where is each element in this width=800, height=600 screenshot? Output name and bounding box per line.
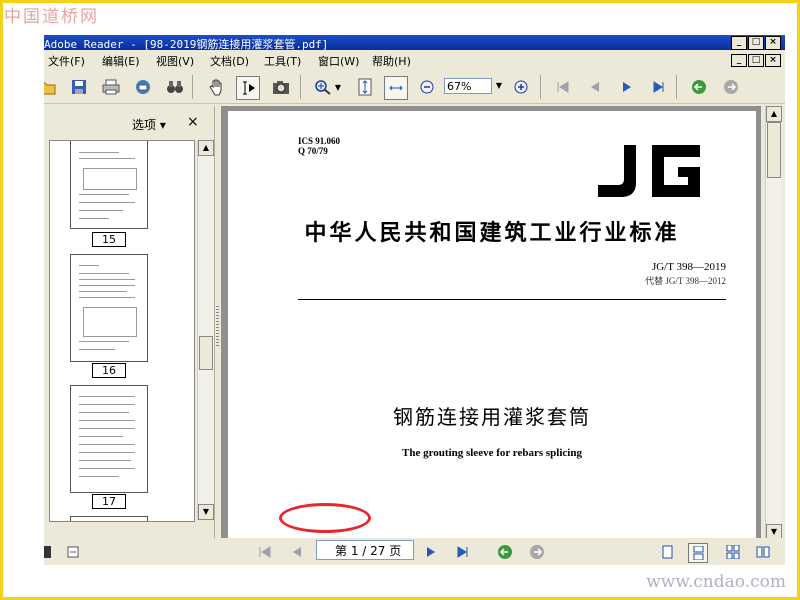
- panel-options-button[interactable]: 选项 ▾: [132, 116, 166, 133]
- status-previous-page-icon[interactable]: [288, 543, 306, 561]
- fit-width-icon[interactable]: [384, 76, 408, 100]
- open-folder-icon[interactable]: [44, 76, 58, 98]
- actual-size-icon[interactable]: [354, 76, 376, 98]
- minimize-button[interactable]: _: [731, 36, 747, 50]
- last-page-icon[interactable]: [648, 76, 670, 98]
- page-thumbnail[interactable]: [70, 516, 148, 521]
- snapshot-tool-icon[interactable]: [270, 76, 292, 98]
- page-thumbnail[interactable]: [70, 385, 148, 493]
- panel-splitter[interactable]: [214, 106, 221, 546]
- maximize-button[interactable]: □: [748, 36, 764, 50]
- scroll-up-arrow-icon[interactable]: ▲: [198, 140, 214, 156]
- navigation-panel: 选项 ▾ × 15 16 17 ▲ ▼: [44, 106, 214, 546]
- ics-code: ICS 91.060 Q 70/79: [298, 136, 340, 156]
- scrollbar-thumb[interactable]: [199, 336, 213, 370]
- document-title-en: The grouting sleeve for rebars splicing: [402, 447, 582, 459]
- replaces-standard: 代替 JG/T 398—2012: [645, 276, 726, 286]
- status-bar: 第 1 / 27 页: [44, 538, 785, 565]
- zoom-tool-dropdown-icon[interactable]: ▼: [332, 76, 344, 98]
- window-controls: _ □ ×: [731, 36, 781, 50]
- page-thumbnail[interactable]: [70, 254, 148, 362]
- thumbnail-list[interactable]: 15 16 17: [49, 140, 195, 522]
- annotation-ellipse: [279, 503, 371, 533]
- menu-bar: 文件(F) 编辑(E) 视图(V) 文档(D) 工具(T) 窗口(W) 帮助(H…: [44, 51, 785, 69]
- classification-code: Q 70/79: [298, 146, 328, 156]
- title-bar: Adobe Reader - [98-2019钢筋连接用灌浆套管.pdf] _ …: [44, 35, 785, 51]
- toolbar-separator: [300, 75, 301, 99]
- ics-number: ICS 91.060: [298, 136, 341, 146]
- menu-edit[interactable]: 编辑(E): [102, 53, 140, 69]
- go-forward-icon[interactable]: [720, 76, 742, 98]
- doc-minimize-button[interactable]: _: [731, 54, 747, 67]
- document-window-controls: _ □ ×: [731, 54, 781, 67]
- menu-window[interactable]: 窗口(W): [318, 53, 359, 69]
- thumbnail-page-number: 17: [92, 494, 126, 509]
- status-first-page-icon[interactable]: [256, 543, 274, 561]
- toolbar-separator: [540, 75, 541, 99]
- toolbar-separator: [676, 75, 677, 99]
- first-page-icon[interactable]: [552, 76, 574, 98]
- scroll-down-arrow-icon[interactable]: ▼: [198, 504, 214, 520]
- select-text-tool-icon[interactable]: [236, 76, 260, 100]
- site-logo: 中国道桥网: [4, 7, 99, 27]
- previous-page-icon[interactable]: [584, 76, 606, 98]
- continuous-layout-icon[interactable]: [688, 543, 708, 563]
- document-title-cn: 钢筋连接用灌浆套筒: [393, 405, 591, 429]
- jg-logo: [598, 145, 700, 197]
- window-title: Adobe Reader - [98-2019钢筋连接用灌浆套管.pdf]: [44, 38, 329, 51]
- title-rule: [298, 299, 726, 300]
- page-options-icon[interactable]: [44, 543, 54, 561]
- zoom-in-tool-icon[interactable]: [312, 76, 334, 98]
- standard-number: JG/T 398—2019: [651, 261, 726, 273]
- pdf-page: ICS 91.060 Q 70/79 中华人民共和国建筑工业行业标准 JG/T …: [228, 111, 756, 565]
- zoom-in-icon[interactable]: [510, 76, 532, 98]
- save-icon[interactable]: [68, 76, 90, 98]
- zoom-out-icon[interactable]: [416, 76, 438, 98]
- hand-tool-icon[interactable]: [206, 76, 228, 98]
- facing-layout-icon[interactable]: [754, 543, 772, 561]
- menu-document[interactable]: 文档(D): [210, 53, 249, 69]
- site-url: www.cndao.com: [646, 572, 786, 592]
- close-button[interactable]: ×: [765, 36, 781, 50]
- single-page-layout-icon[interactable]: [658, 543, 676, 561]
- toolbar: ▼ 67% ▼: [44, 71, 785, 104]
- thumbnail-page-number: 15: [92, 232, 126, 247]
- search-binoculars-icon[interactable]: [164, 76, 186, 98]
- menu-file[interactable]: 文件(F): [48, 53, 85, 69]
- panel-close-button[interactable]: ×: [187, 114, 199, 130]
- menu-view[interactable]: 视图(V): [156, 53, 194, 69]
- zoom-dropdown-icon[interactable]: ▼: [493, 78, 505, 94]
- status-last-page-icon[interactable]: [454, 543, 472, 561]
- standard-category-title: 中华人民共和国建筑工业行业标准: [304, 221, 680, 246]
- thumbnail-page-number: 16: [92, 363, 126, 378]
- next-page-icon[interactable]: [616, 76, 638, 98]
- reader-window: Adobe Reader - [98-2019钢筋连接用灌浆套管.pdf] _ …: [44, 35, 785, 565]
- doc-restore-button[interactable]: □: [748, 54, 764, 67]
- document-view[interactable]: ICS 91.060 Q 70/79 中华人民共和国建筑工业行业标准 JG/T …: [221, 106, 761, 565]
- menu-help[interactable]: 帮助(H): [372, 53, 411, 69]
- document-scrollbar[interactable]: ▲ ▼: [765, 106, 782, 540]
- toolbar-separator: [192, 75, 193, 99]
- go-back-icon[interactable]: [688, 76, 710, 98]
- continuous-facing-layout-icon[interactable]: [724, 543, 742, 561]
- status-go-forward-icon[interactable]: [528, 543, 546, 561]
- email-icon[interactable]: [132, 76, 154, 98]
- status-go-back-icon[interactable]: [496, 543, 514, 561]
- zoom-level-input[interactable]: 67%: [444, 78, 492, 94]
- page-number-input[interactable]: 第 1 / 27 页: [316, 540, 414, 560]
- scroll-up-arrow-icon[interactable]: ▲: [766, 106, 782, 122]
- print-icon[interactable]: [100, 76, 122, 98]
- status-next-page-icon[interactable]: [422, 543, 440, 561]
- thumbnail-scrollbar[interactable]: ▲ ▼: [197, 140, 214, 520]
- page-thumbnail[interactable]: [70, 141, 148, 229]
- layers-icon[interactable]: [64, 543, 82, 561]
- splitter-grip: [216, 306, 219, 346]
- menu-tools[interactable]: 工具(T): [264, 53, 301, 69]
- scrollbar-thumb[interactable]: [767, 122, 781, 178]
- doc-close-button[interactable]: ×: [765, 54, 781, 67]
